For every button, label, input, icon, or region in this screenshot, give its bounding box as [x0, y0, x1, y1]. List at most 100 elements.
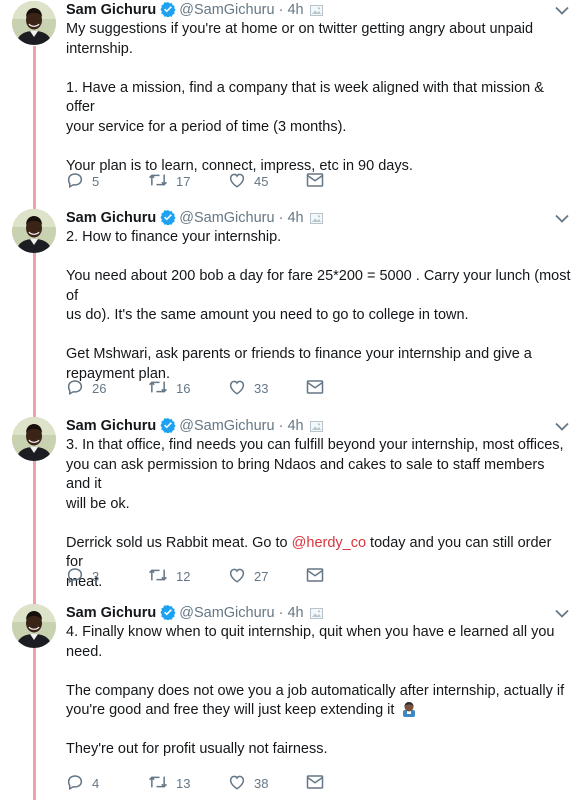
like-button[interactable]: 27: [228, 565, 268, 587]
author-name[interactable]: Sam Gichuru: [66, 2, 156, 18]
retweet-icon: [148, 566, 168, 587]
envelope-icon: [306, 172, 324, 191]
author-handle[interactable]: @SamGichuru: [179, 418, 274, 434]
like-count: 45: [254, 173, 269, 189]
timestamp[interactable]: 4h: [287, 210, 303, 226]
tweet-text: 4. Finally know when to quit internship,…: [66, 623, 571, 760]
tweet[interactable]: Sam Gichuru @SamGichuru · 4h 4. Finally k…: [0, 603, 583, 800]
avatar[interactable]: [12, 417, 56, 461]
media-icon: [309, 210, 323, 230]
media-icon: [309, 2, 323, 22]
tweet-header: Sam Gichuru @SamGichuru · 4h: [66, 416, 323, 436]
like-button[interactable]: 45: [228, 170, 268, 192]
heart-icon: [228, 171, 246, 192]
retweet-count: 17: [176, 173, 191, 189]
reply-button[interactable]: 4: [66, 772, 99, 794]
text-line: need.: [66, 643, 103, 660]
separator-dot: ·: [278, 210, 284, 226]
retweet-button[interactable]: 13: [148, 772, 190, 794]
tweet[interactable]: Sam Gichuru @SamGichuru · 4h 3. In that o…: [0, 416, 583, 596]
reply-icon: [66, 378, 84, 399]
tweet-header: Sam Gichuru @SamGichuru · 4h: [66, 0, 323, 20]
text-line: They're out for profit usually not fairn…: [66, 741, 328, 757]
retweet-icon: [148, 773, 168, 794]
tweet[interactable]: Sam Gichuru @SamGichuru · 4h 2. How to fi…: [0, 208, 583, 408]
timestamp[interactable]: 4h: [287, 418, 303, 434]
like-button[interactable]: 33: [228, 377, 268, 399]
retweet-icon: [148, 171, 168, 192]
reply-icon: [66, 566, 84, 587]
separator-dot: ·: [278, 418, 284, 434]
avatar[interactable]: [12, 604, 56, 648]
reply-icon: [66, 773, 84, 794]
retweet-button[interactable]: 17: [148, 170, 190, 192]
timestamp[interactable]: 4h: [287, 605, 303, 621]
text-line: Get Mshwari, ask parents or friends to f…: [66, 346, 532, 362]
author-name[interactable]: Sam Gichuru: [66, 418, 156, 434]
text-line: you can ask permission to bring Ndaos an…: [66, 456, 545, 493]
retweet-button[interactable]: 16: [148, 377, 190, 399]
tweet-header: Sam Gichuru @SamGichuru · 4h: [66, 208, 323, 228]
media-icon: [309, 605, 323, 625]
chevron-down-icon[interactable]: [555, 2, 569, 20]
direct-message-button[interactable]: [306, 377, 324, 399]
envelope-icon: [306, 379, 324, 398]
like-button[interactable]: 38: [228, 772, 268, 794]
direct-message-button[interactable]: [306, 170, 324, 192]
text-line: your service for a period of time (3 mon…: [66, 118, 347, 135]
text-line: The company does not owe you a job autom…: [66, 682, 565, 699]
heart-icon: [228, 566, 246, 587]
author-handle[interactable]: @SamGichuru: [179, 605, 274, 621]
author-handle[interactable]: @SamGichuru: [179, 210, 274, 226]
author-handle[interactable]: @SamGichuru: [179, 2, 274, 18]
tweet[interactable]: Sam Gichuru @SamGichuru · 4h My suggestio…: [0, 0, 583, 200]
text-segment: you're good and free they will just keep…: [66, 702, 399, 718]
reply-count: 4: [92, 775, 100, 791]
reply-count: 26: [92, 380, 107, 396]
envelope-icon: [306, 774, 324, 793]
media-icon: [309, 418, 323, 438]
heart-icon: [228, 773, 246, 794]
text-line: 1. Have a mission, find a company that i…: [66, 79, 544, 116]
tweet-text: My suggestions if you're at home or on t…: [66, 20, 571, 176]
text-line: you're good and free they will just keep…: [66, 701, 571, 721]
mention-link[interactable]: @herdy_co: [292, 535, 366, 551]
text-line: You need about 200 bob a day for fare 25…: [66, 268, 571, 304]
author-name[interactable]: Sam Gichuru: [66, 210, 156, 226]
text-line: internship.: [66, 40, 133, 57]
separator-dot: ·: [278, 2, 284, 18]
like-count: 33: [254, 380, 269, 396]
chevron-down-icon[interactable]: [555, 418, 569, 436]
reply-count: 3: [92, 568, 100, 584]
text-line: 3. In that office, find needs you can fu…: [66, 437, 564, 453]
direct-message-button[interactable]: [306, 772, 324, 794]
heart-icon: [228, 378, 246, 399]
envelope-icon: [306, 567, 324, 586]
tweet-text: 2. How to finance your internship. You n…: [66, 228, 571, 384]
chevron-down-icon[interactable]: [555, 605, 569, 623]
retweet-count: 13: [176, 775, 191, 791]
direct-message-button[interactable]: [306, 565, 324, 587]
text-line: us do). It's the same amount you need to…: [66, 307, 469, 323]
avatar[interactable]: [12, 1, 56, 45]
person-emoji-icon: [401, 701, 417, 717]
text-line: 4. Finally know when to quit internship,…: [66, 624, 555, 640]
text-line: My suggestions if you're at home or on t…: [66, 21, 534, 37]
text-segment: Derrick sold us Rabbit meat. Go to: [66, 534, 292, 551]
retweet-icon: [148, 378, 168, 399]
retweet-count: 16: [176, 380, 191, 396]
author-name[interactable]: Sam Gichuru: [66, 605, 156, 621]
reply-button[interactable]: 26: [66, 377, 106, 399]
chevron-down-icon[interactable]: [555, 210, 569, 228]
avatar[interactable]: [12, 209, 56, 253]
retweet-count: 12: [176, 568, 191, 584]
text-line: 2. How to finance your internship.: [66, 229, 282, 245]
reply-button[interactable]: 5: [66, 170, 99, 192]
text-line: will be ok.: [66, 495, 130, 512]
reply-button[interactable]: 3: [66, 565, 99, 587]
reply-count: 5: [92, 173, 100, 189]
separator-dot: ·: [278, 605, 284, 621]
retweet-button[interactable]: 12: [148, 565, 190, 587]
tweet-header: Sam Gichuru @SamGichuru · 4h: [66, 603, 323, 623]
timestamp[interactable]: 4h: [287, 2, 303, 18]
